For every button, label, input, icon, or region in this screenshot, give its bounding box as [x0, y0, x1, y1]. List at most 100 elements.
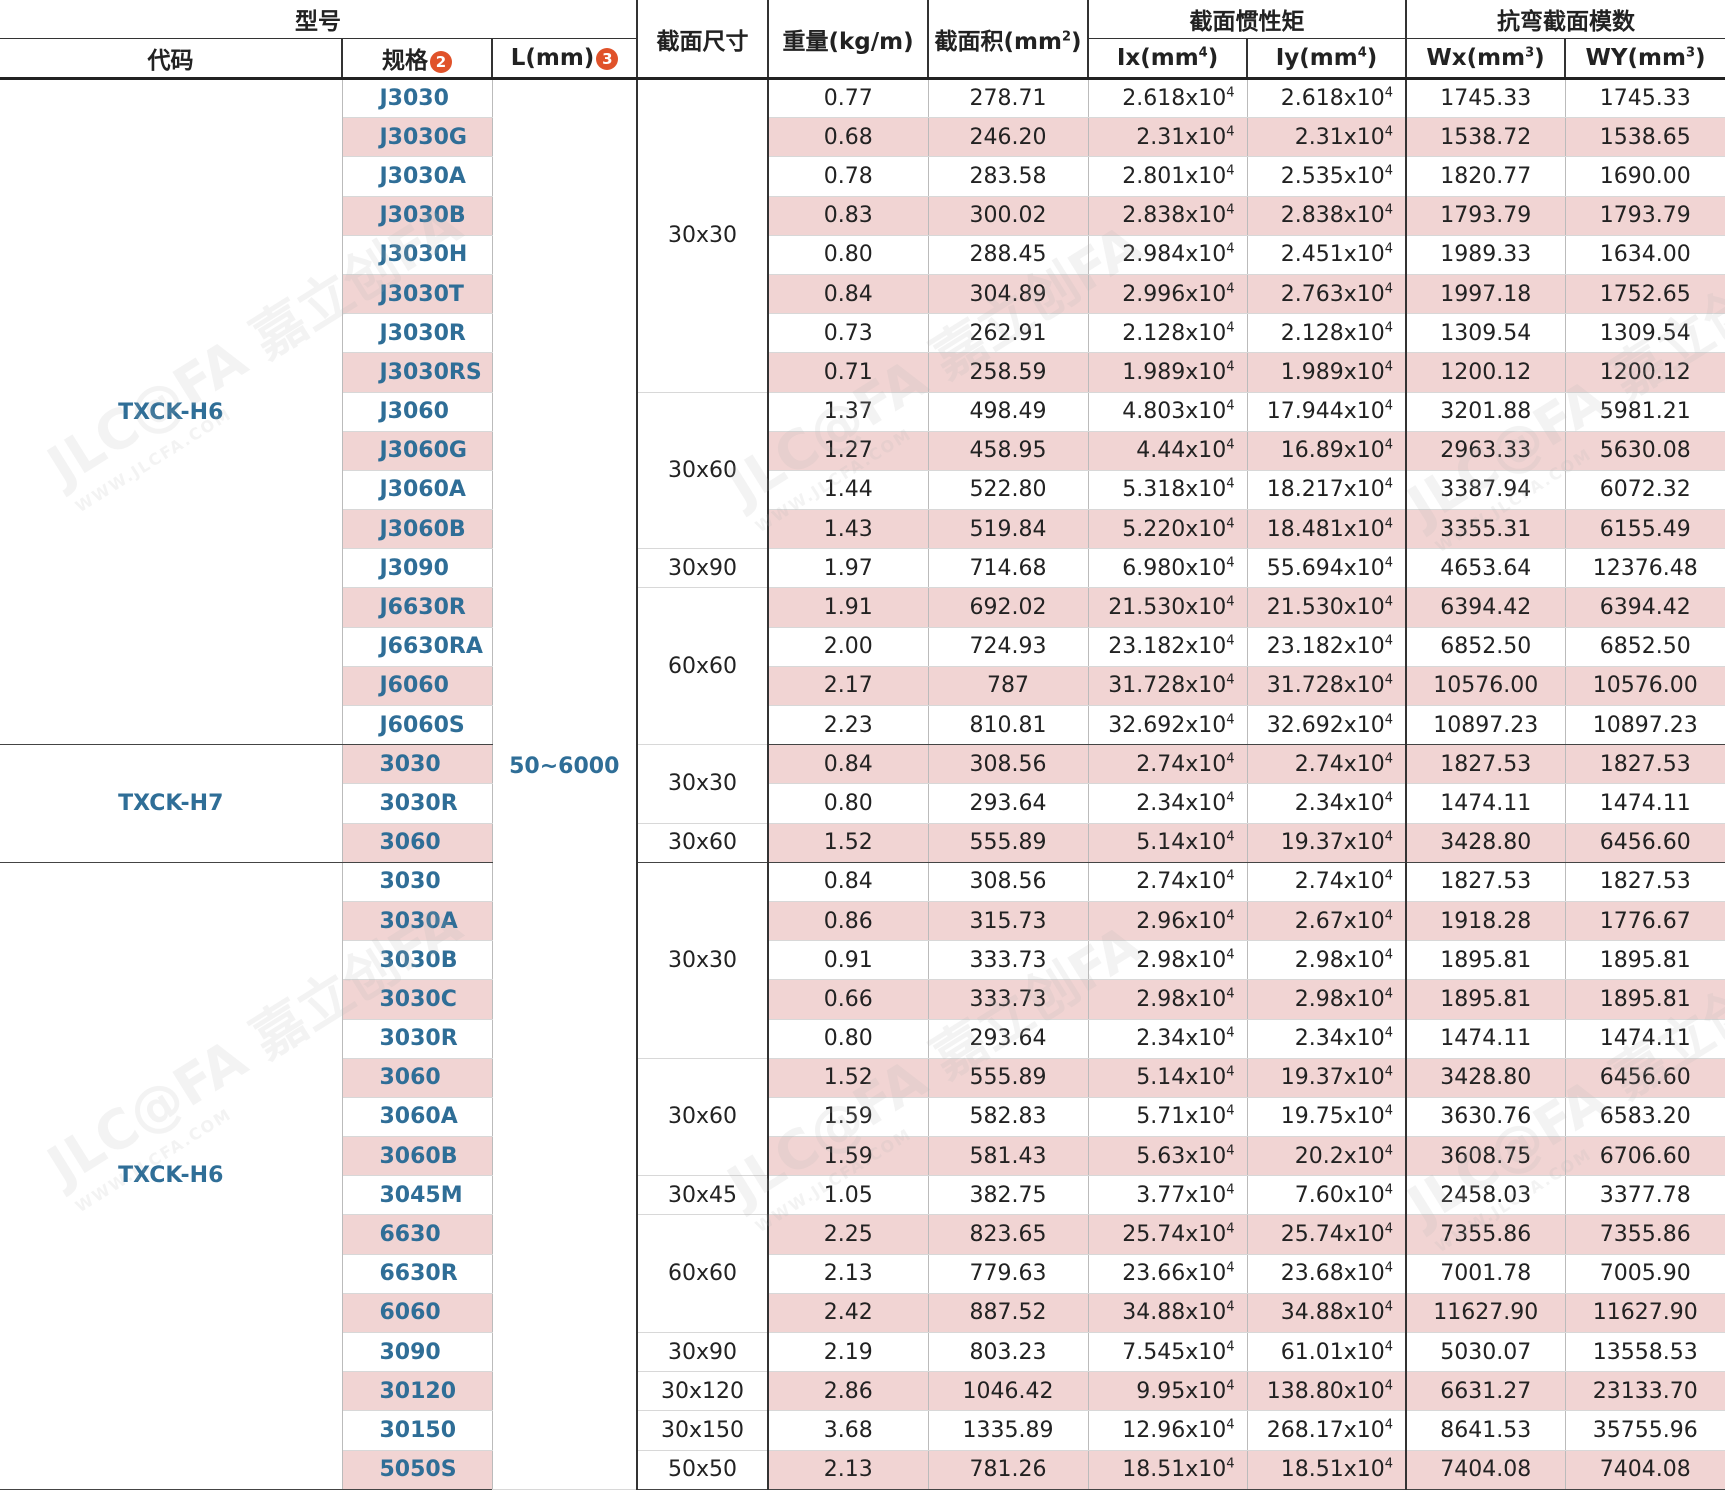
iy-mantissa: 34.88	[1280, 1300, 1344, 1326]
section-size: 30x90	[637, 1332, 770, 1373]
ix-exponent: 4	[1226, 908, 1235, 924]
spec-name: J3030R	[342, 313, 493, 354]
ix-mantissa: 5.71	[1136, 1104, 1186, 1130]
iy-mantissa: 23.182	[1266, 634, 1344, 660]
iy-mantissa: 32.692	[1266, 712, 1344, 738]
ix-exponent: 4	[1226, 477, 1235, 493]
iy-exponent: 4	[1384, 908, 1394, 924]
spec-name: 3030A	[342, 901, 493, 942]
iy-mantissa: 2.98	[1294, 986, 1344, 1012]
weight-value: 1.59	[768, 1097, 929, 1138]
header-ix-text: Ix(mm	[1116, 45, 1199, 71]
ix-value: 6.980x104	[1088, 548, 1248, 589]
wy-value: 1690.00	[1565, 156, 1725, 197]
ix-exp-base: x10	[1185, 1339, 1227, 1365]
spec-name: 30150	[342, 1410, 493, 1451]
ix-exp-base: x10	[1185, 830, 1227, 856]
iy-exponent: 4	[1384, 712, 1394, 728]
weight-value: 1.91	[768, 587, 929, 628]
iy-exp-base: x10	[1343, 595, 1385, 621]
ix-value: 23.182x104	[1088, 627, 1248, 667]
wx-value: 10576.00	[1406, 666, 1566, 707]
ix-value: 2.98x104	[1088, 979, 1248, 1020]
spec-name: 3090	[342, 1332, 493, 1373]
area-value: 293.64	[928, 1019, 1089, 1059]
iy-exponent: 4	[1384, 829, 1394, 845]
header-area-close: )	[1071, 28, 1082, 55]
ix-mantissa: 34.88	[1122, 1300, 1186, 1326]
wx-value: 1918.28	[1406, 901, 1566, 942]
ix-value: 2.984x104	[1088, 235, 1248, 275]
ix-exp-base: x10	[1185, 516, 1227, 542]
ix-value: 2.96x104	[1088, 901, 1248, 942]
iy-value: 2.618x104	[1247, 78, 1408, 119]
iy-value: 55.694x104	[1247, 548, 1408, 589]
wy-value: 1309.54	[1565, 313, 1725, 354]
area-value: 288.45	[928, 235, 1089, 275]
iy-value: 23.182x104	[1247, 627, 1408, 667]
wy-value: 6456.60	[1565, 1058, 1725, 1098]
ix-value: 2.128x104	[1088, 313, 1248, 354]
ix-exponent: 4	[1226, 1104, 1235, 1120]
wy-value: 1634.00	[1565, 235, 1725, 275]
iy-mantissa: 2.618	[1280, 86, 1344, 112]
iy-mantissa: 20.2	[1294, 1143, 1344, 1169]
ix-value: 12.96x104	[1088, 1410, 1248, 1451]
ix-mantissa: 5.14	[1136, 830, 1186, 856]
area-value: 692.02	[928, 587, 1089, 628]
ix-exponent: 4	[1226, 281, 1235, 297]
ix-value: 5.71x104	[1088, 1097, 1248, 1138]
iy-exp-base: x10	[1343, 1182, 1385, 1208]
iy-exp-base: x10	[1343, 1222, 1385, 1248]
weight-value: 1.43	[768, 509, 929, 550]
ix-mantissa: 5.14	[1136, 1065, 1186, 1091]
iy-exp-base: x10	[1343, 438, 1385, 464]
ix-value: 2.34x104	[1088, 783, 1248, 824]
table-body: TXCK-H6 J3030 50~6000 30x30 0.77 278.71 2.618x…	[0, 78, 1725, 1490]
wy-value: 6583.20	[1565, 1097, 1725, 1138]
area-value: 498.49	[928, 392, 1089, 432]
header-ix-close: )	[1207, 45, 1219, 71]
wy-value: 12376.48	[1565, 548, 1725, 589]
ix-exp-base: x10	[1185, 555, 1227, 581]
area-value: 582.83	[928, 1097, 1089, 1138]
iy-value: 2.31x104	[1247, 117, 1408, 158]
ix-value: 34.88x104	[1088, 1293, 1248, 1334]
wx-value: 3428.80	[1406, 1058, 1566, 1098]
ix-mantissa: 2.31	[1136, 124, 1186, 150]
ix-exponent: 4	[1226, 712, 1235, 728]
ix-value: 2.31x104	[1088, 117, 1248, 158]
area-value: 304.89	[928, 274, 1089, 315]
weight-value: 0.84	[768, 862, 929, 902]
wx-value: 1474.11	[1406, 783, 1566, 824]
iy-exponent: 4	[1384, 751, 1394, 767]
iy-exponent: 4	[1384, 947, 1394, 963]
weight-value: 1.52	[768, 1058, 929, 1098]
iy-exp-base: x10	[1343, 320, 1385, 346]
table-row: TXCK-H7 3030 30x30 0.84 308.56 2.74x104 2.74x1…	[0, 744, 1725, 863]
group-code: TXCK-H6	[0, 78, 343, 746]
iy-exponent: 4	[1384, 1260, 1394, 1276]
iy-value: 2.535x104	[1247, 156, 1408, 197]
weight-value: 0.68	[768, 117, 929, 158]
table-row: TXCK-H6 J3030 50~6000 30x30 0.77 278.71 2.618x…	[0, 78, 1725, 1490]
iy-exp-base: x10	[1343, 947, 1385, 973]
wy-value: 1793.79	[1565, 196, 1725, 236]
wy-value: 1895.81	[1565, 940, 1725, 981]
weight-value: 0.66	[768, 979, 929, 1020]
spec-name: J3030	[342, 78, 493, 119]
ix-value: 5.14x104	[1088, 1058, 1248, 1098]
iy-exponent: 4	[1384, 242, 1394, 258]
wy-value: 6456.60	[1565, 823, 1725, 863]
spec-name: 6630R	[342, 1254, 493, 1294]
ix-mantissa: 2.618	[1122, 86, 1186, 112]
ix-exp-base: x10	[1185, 359, 1227, 385]
weight-value: 0.80	[768, 235, 929, 275]
header-inertia: 截面惯性矩	[1088, 0, 1408, 39]
iy-mantissa: 18.51	[1280, 1457, 1344, 1483]
weight-value: 2.00	[768, 627, 929, 667]
iy-mantissa: 138.80	[1266, 1378, 1344, 1404]
ix-exp-base: x10	[1185, 1065, 1227, 1091]
iy-mantissa: 2.98	[1294, 947, 1344, 973]
iy-mantissa: 2.67	[1294, 908, 1344, 934]
